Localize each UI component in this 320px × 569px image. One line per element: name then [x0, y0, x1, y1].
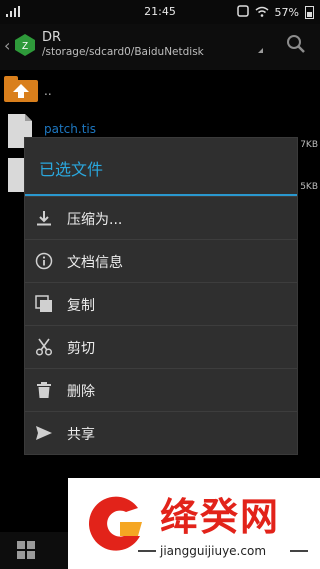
- menu-item-label: 压缩为...: [67, 212, 123, 228]
- dialog-title: 已选文件: [39, 160, 104, 179]
- back-chevron-icon[interactable]: ‹: [4, 36, 10, 55]
- parent-dir-label: ..: [44, 84, 52, 98]
- trash-icon: [37, 382, 51, 398]
- menu-item-copy[interactable]: 复制: [25, 282, 297, 325]
- menu-item-file-info[interactable]: 文档信息: [25, 239, 297, 282]
- battery-icon: [305, 6, 314, 19]
- menu-item-label: 复制: [67, 298, 95, 314]
- notification-icon: [236, 5, 249, 20]
- divider-bar: [138, 550, 156, 552]
- watermark-banner: 绛癸网 jiangguijiuye.com: [68, 478, 320, 569]
- file-name: patch.tis: [44, 122, 96, 136]
- search-icon[interactable]: [286, 34, 306, 54]
- brand-name: 绛癸网: [160, 495, 281, 539]
- copy-icon: [35, 295, 52, 312]
- info-icon: [35, 252, 53, 270]
- svg-text:Z: Z: [22, 41, 28, 52]
- menu-item-label: 删除: [67, 384, 95, 400]
- wifi-icon: [255, 6, 269, 20]
- divider-bar: [290, 550, 308, 552]
- menu-item-compress[interactable]: 压缩为...: [25, 196, 297, 239]
- battery-level: 57%: [274, 6, 299, 19]
- menu-item-delete[interactable]: 删除: [25, 368, 297, 411]
- download-icon: [37, 211, 51, 226]
- grid-view-icon[interactable]: [16, 540, 36, 560]
- path-dropdown-icon[interactable]: [258, 48, 263, 53]
- file-size: 5KB: [300, 182, 318, 192]
- selected-file-dialog: 已选文件 压缩为... 文档信息 复制 剪切 删除 共享: [24, 137, 298, 455]
- scissors-icon: [35, 338, 53, 356]
- menu-item-label: 文档信息: [67, 255, 123, 271]
- menu-item-share[interactable]: 共享: [25, 411, 297, 454]
- status-bar: 21:45 57%: [0, 0, 320, 24]
- app-title: DR: [42, 30, 62, 45]
- menu-item-cut[interactable]: 剪切: [25, 325, 297, 368]
- folder-up-icon: [4, 76, 38, 102]
- app-bar: ‹ Z DR /storage/sdcard0/BaiduNetdisk: [0, 24, 320, 70]
- brand-url: jiangguijiuye.com: [160, 544, 267, 558]
- send-icon: [36, 426, 52, 440]
- list-item-parent[interactable]: ..: [0, 70, 320, 114]
- menu-item-label: 剪切: [67, 341, 95, 357]
- current-path[interactable]: /storage/sdcard0/BaiduNetdisk: [42, 46, 204, 58]
- menu-item-label: 共享: [67, 427, 95, 443]
- file-size: 7KB: [300, 140, 318, 150]
- brand-logo-icon: [88, 496, 142, 551]
- app-logo-icon: Z: [15, 34, 35, 56]
